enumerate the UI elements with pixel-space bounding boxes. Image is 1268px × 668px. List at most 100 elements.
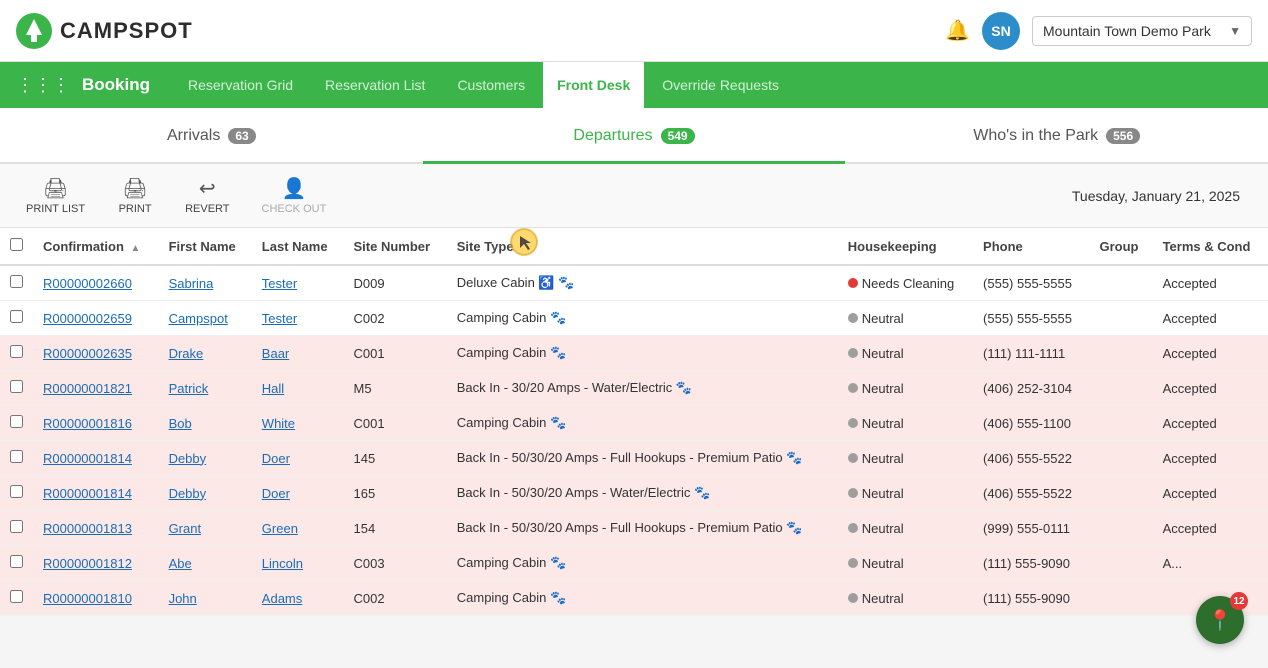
cell-site-number: C002 [343, 301, 446, 336]
first-name-link[interactable]: Campspot [169, 311, 228, 326]
confirmation-link[interactable]: R00000001810 [43, 591, 132, 606]
nav-item-override-requests[interactable]: Override Requests [648, 62, 793, 108]
row-checkbox[interactable] [10, 520, 23, 533]
cell-phone: (111) 555-9090 [973, 581, 1089, 616]
first-name-link[interactable]: Debby [169, 486, 207, 501]
tab-whos-in-park-badge: 556 [1106, 128, 1140, 144]
last-name-link[interactable]: Tester [262, 311, 297, 326]
print-list-button[interactable]: 🖨 PRINT LIST [12, 170, 99, 221]
cell-last-name: Baar [252, 336, 344, 371]
first-name-link[interactable]: Patrick [169, 381, 209, 396]
last-name-link[interactable]: Hall [262, 381, 284, 396]
row-checkbox[interactable] [10, 450, 23, 463]
header-group[interactable]: Group [1089, 228, 1152, 265]
cell-terms: Accepted [1153, 301, 1268, 336]
header-confirmation[interactable]: Confirmation ▲ [33, 228, 159, 265]
header-last-name[interactable]: Last Name [252, 228, 344, 265]
revert-button[interactable]: ↩ REVERT [171, 170, 243, 221]
header-terms[interactable]: Terms & Cond [1153, 228, 1268, 265]
print-button[interactable]: 🖨 PRINT [103, 170, 167, 221]
housekeeping-status: Neutral [862, 556, 904, 571]
confirmation-link[interactable]: R00000001814 [43, 451, 132, 466]
confirmation-link[interactable]: R00000001816 [43, 416, 132, 431]
cell-phone: (406) 555-1100 [973, 406, 1089, 441]
cell-site-type: Camping Cabin 🐾 [447, 336, 838, 371]
header-site-type[interactable]: Site Type [447, 228, 838, 265]
row-checkbox-cell[interactable] [0, 265, 33, 301]
row-checkbox[interactable] [10, 415, 23, 428]
cell-confirmation: R00000001810 [33, 581, 159, 616]
row-checkbox-cell[interactable] [0, 581, 33, 616]
confirmation-link[interactable]: R00000002660 [43, 276, 132, 291]
confirmation-link[interactable]: R00000001814 [43, 486, 132, 501]
row-checkbox-cell[interactable] [0, 511, 33, 546]
tab-departures[interactable]: Departures 549 [423, 110, 846, 164]
last-name-link[interactable]: White [262, 416, 295, 431]
nav-item-reservation-grid[interactable]: Reservation Grid [174, 62, 307, 108]
housekeeping-status: Neutral [862, 346, 904, 361]
notification-bell[interactable]: 🔔 [945, 18, 970, 43]
bell-icon[interactable]: 🔔 [945, 20, 970, 42]
nav-item-reservation-list[interactable]: Reservation List [311, 62, 439, 108]
nav-brand: Booking [82, 75, 150, 95]
confirmation-link[interactable]: R00000002635 [43, 346, 132, 361]
header-site-number[interactable]: Site Number [343, 228, 446, 265]
last-name-link[interactable]: Tester [262, 276, 297, 291]
park-selector[interactable]: Mountain Town Demo Park ▼ [1032, 16, 1252, 46]
confirmation-link[interactable]: R00000001813 [43, 521, 132, 536]
avatar[interactable]: SN [982, 12, 1020, 50]
row-checkbox[interactable] [10, 345, 23, 358]
first-name-link[interactable]: John [169, 591, 197, 606]
first-name-link[interactable]: Abe [169, 556, 192, 571]
first-name-link[interactable]: Debby [169, 451, 207, 466]
row-checkbox[interactable] [10, 485, 23, 498]
last-name-link[interactable]: Adams [262, 591, 302, 606]
row-checkbox-cell[interactable] [0, 546, 33, 581]
last-name-link[interactable]: Doer [262, 486, 290, 501]
nav-item-front-desk[interactable]: Front Desk [543, 62, 644, 108]
map-pin-icon: 📍 [1208, 608, 1233, 633]
tab-arrivals[interactable]: Arrivals 63 [0, 110, 423, 164]
row-checkbox[interactable] [10, 310, 23, 323]
cell-terms: Accepted [1153, 406, 1268, 441]
confirmation-link[interactable]: R00000001812 [43, 556, 132, 571]
check-out-button[interactable]: 👤 CHECK OUT [248, 170, 341, 221]
first-name-link[interactable]: Bob [169, 416, 192, 431]
row-checkbox-cell[interactable] [0, 441, 33, 476]
cell-terms: Accepted [1153, 476, 1268, 511]
nav-item-customers[interactable]: Customers [443, 62, 539, 108]
row-checkbox-cell[interactable] [0, 476, 33, 511]
row-checkbox-cell[interactable] [0, 336, 33, 371]
row-checkbox[interactable] [10, 555, 23, 568]
grid-icon[interactable]: ⋮⋮⋮ [16, 75, 70, 96]
row-checkbox-cell[interactable] [0, 371, 33, 406]
row-checkbox[interactable] [10, 275, 23, 288]
cell-housekeeping: Neutral [838, 476, 973, 511]
table-row: R00000001821PatrickHallM5Back In - 30/20… [0, 371, 1268, 406]
row-checkbox-cell[interactable] [0, 406, 33, 441]
map-pin-button[interactable]: 📍 12 [1196, 596, 1244, 644]
last-name-link[interactable]: Baar [262, 346, 289, 361]
row-checkbox[interactable] [10, 380, 23, 393]
select-all-checkbox[interactable] [10, 238, 23, 251]
cell-confirmation: R00000002659 [33, 301, 159, 336]
table-row: R00000001810JohnAdamsC002Camping Cabin 🐾… [0, 581, 1268, 616]
cell-housekeeping: Neutral [838, 546, 973, 581]
first-name-link[interactable]: Grant [169, 521, 202, 536]
header-phone[interactable]: Phone [973, 228, 1089, 265]
row-checkbox-cell[interactable] [0, 301, 33, 336]
cell-terms: Accepted [1153, 265, 1268, 301]
header-housekeeping[interactable]: Housekeeping [838, 228, 973, 265]
last-name-link[interactable]: Lincoln [262, 556, 303, 571]
map-pin-badge: 12 [1230, 592, 1248, 610]
tab-arrivals-badge: 63 [228, 128, 255, 144]
first-name-link[interactable]: Sabrina [169, 276, 214, 291]
confirmation-link[interactable]: R00000001821 [43, 381, 132, 396]
tab-whos-in-park[interactable]: Who's in the Park 556 [845, 110, 1268, 164]
header-first-name[interactable]: First Name [159, 228, 252, 265]
last-name-link[interactable]: Doer [262, 451, 290, 466]
last-name-link[interactable]: Green [262, 521, 298, 536]
row-checkbox[interactable] [10, 590, 23, 603]
confirmation-link[interactable]: R00000002659 [43, 311, 132, 326]
first-name-link[interactable]: Drake [169, 346, 204, 361]
